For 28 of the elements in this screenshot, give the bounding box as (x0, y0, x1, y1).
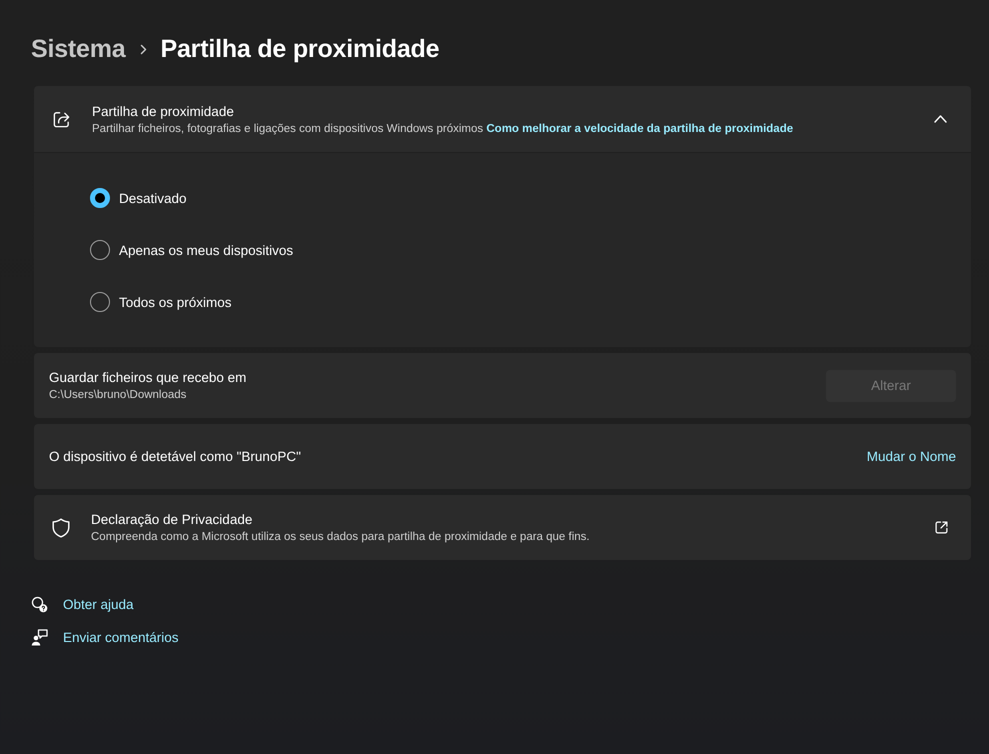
setting-card[interactable]: Declaração de Privacidade Compreenda como a Microsoft utiliza os seus dados para partilha de proximidade e para que fins. (34, 495, 971, 560)
breadcrumb-chevron-icon (140, 44, 146, 54)
feedback-icon (31, 628, 48, 646)
radio-label[interactable]: Desativado (119, 190, 187, 206)
chevron-up-icon (934, 115, 946, 123)
help-icon (31, 596, 48, 612)
setting-description: Compreenda como a Microsoft utiliza os seus dados para partilha de proximidade e para que fins. (91, 531, 591, 543)
help-link[interactable]: Obter ajuda (63, 596, 134, 612)
share-icon (52, 110, 71, 128)
radio-button[interactable] (90, 240, 110, 260)
shield-icon (52, 518, 70, 538)
setting-title: O dispositivo é detetável como "BrunoPC" (49, 449, 302, 464)
setting-title: Guardar ficheiros que recebo em (49, 370, 248, 385)
expander-description: Partilhar ficheiros, fotografias e ligações com dispositivos Windows próximos Como melhorar a velocidade da partilha de proximidade (92, 122, 794, 134)
rename-link[interactable]: Mudar o Nome (866, 449, 956, 464)
breadcrumb-parent[interactable]: Sistema (31, 34, 126, 64)
speed-help-link[interactable]: Como melhorar a velocidade da partilha de proximidade (486, 122, 794, 134)
page-title: Partilha de proximidade (160, 34, 440, 64)
setting-title: Declaração de Privacidade (91, 512, 254, 527)
help-link[interactable]: Enviar comentários (63, 630, 179, 644)
expander-header[interactable]: Partilha de proximidade Partilhar ficheiros, fotografias e ligações com dispositivos Windows próximos Como melhorar a velocidade da partilha de proximidade (34, 86, 971, 152)
folder-path: C:\Users\bruno\Downloads (49, 389, 188, 401)
expander-title: Partilha de proximidade (92, 104, 235, 118)
radio-button[interactable] (90, 188, 110, 208)
radio-label[interactable]: Apenas os meus dispositivos (119, 242, 294, 258)
radio-label[interactable]: Todos os próximos (119, 294, 232, 310)
external-link-icon (934, 521, 948, 534)
radio-button[interactable] (90, 292, 110, 312)
